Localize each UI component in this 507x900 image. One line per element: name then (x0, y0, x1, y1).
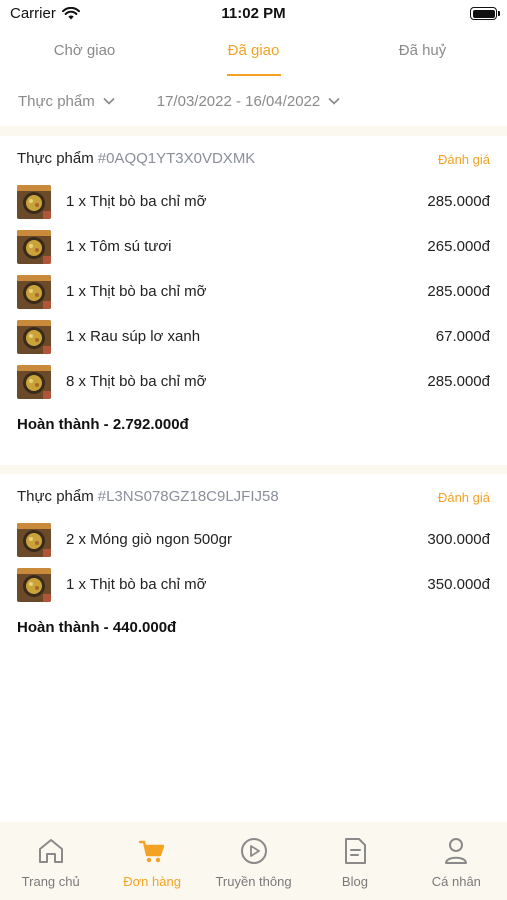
product-thumbnail (17, 568, 51, 602)
document-icon (344, 838, 366, 864)
battery-icon (470, 7, 500, 20)
product-thumbnail (17, 275, 51, 309)
order-total: Hoàn thành - 2.792.000đ (0, 405, 507, 445)
cart-icon (138, 840, 165, 863)
order-header: Thực phẩm #L3NS078GZ18C9LJFIJ58 Đánh giá (0, 474, 507, 518)
order-code: #0AQQ1YT3X0VDXMK (97, 150, 256, 167)
order-total: Hoàn thành - 440.000đ (0, 608, 507, 648)
nav-profile[interactable]: Cá nhân (406, 822, 507, 900)
nav-orders[interactable]: Đơn hàng (101, 822, 202, 900)
product-thumbnail (17, 523, 51, 557)
order-category: Thực phẩm #0AQQ1YT3X0VDXMK (17, 150, 255, 167)
bottom-nav: Trang chủ Đơn hàng Truyền thông Blog Cá … (0, 822, 507, 900)
item-price: 350.000đ (427, 576, 490, 593)
filter-bar: Thực phẩm 17/03/2022 - 16/04/2022 (0, 76, 507, 126)
date-range-filter[interactable]: 17/03/2022 - 16/04/2022 (157, 93, 340, 110)
chevron-down-icon (103, 97, 115, 105)
list-item: 1 x Rau súp lơ xanh 67.000đ (0, 315, 507, 360)
order-total-label: Hoàn thành - 2.792.000đ (17, 416, 189, 433)
section-divider (0, 126, 507, 136)
rate-button[interactable]: Đánh giá (438, 490, 490, 505)
nav-media[interactable]: Truyền thông (203, 822, 304, 900)
category-filter-label: Thực phẩm (18, 92, 95, 110)
item-name: 1 x Rau súp lơ xanh (66, 328, 201, 345)
order-category-label: Thực phẩm (17, 150, 94, 167)
tab-cancelled[interactable]: Đã huỷ (338, 28, 507, 76)
rate-button[interactable]: Đánh giá (438, 152, 490, 167)
order-category-label: Thực phẩm (17, 488, 94, 505)
item-name: 8 x Thịt bò ba chỉ mỡ (66, 373, 207, 390)
list-item: 8 x Thịt bò ba chỉ mỡ 285.000đ (0, 360, 507, 405)
screen: Carrier 11:02 PM Chờ giao Đã giao Đã huỷ… (0, 0, 507, 900)
item-price: 300.000đ (427, 531, 490, 548)
item-price: 265.000đ (427, 238, 490, 255)
nav-home-label: Trang chủ (21, 874, 80, 889)
product-thumbnail (17, 185, 51, 219)
item-name: 1 x Thịt bò ba chỉ mỡ (66, 193, 207, 210)
item-name: 1 x Thịt bò ba chỉ mỡ (66, 283, 207, 300)
tab-delivered[interactable]: Đã giao (169, 28, 338, 76)
nav-media-label: Truyền thông (215, 874, 292, 889)
order-code: #L3NS078GZ18C9LJFIJ58 (97, 488, 279, 505)
order-header: Thực phẩm #0AQQ1YT3X0VDXMK Đánh giá (0, 136, 507, 180)
list-item: 1 x Thịt bò ba chỉ mỡ 285.000đ (0, 180, 507, 225)
order-total-label: Hoàn thành - 440.000đ (17, 619, 177, 636)
item-name: 1 x Tôm sú tươi (66, 238, 172, 255)
list-item: 1 x Thịt bò ba chỉ mỡ 285.000đ (0, 270, 507, 315)
product-thumbnail (17, 365, 51, 399)
order-category: Thực phẩm #L3NS078GZ18C9LJFIJ58 (17, 488, 279, 505)
chevron-down-icon (328, 97, 340, 105)
order-card[interactable]: Thực phẩm #L3NS078GZ18C9LJFIJ58 Đánh giá … (0, 474, 507, 648)
nav-blog-label: Blog (341, 874, 368, 889)
order-status-tabs: Chờ giao Đã giao Đã huỷ (0, 28, 507, 76)
status-bar: Carrier 11:02 PM (0, 0, 507, 28)
item-price: 67.000đ (435, 328, 490, 345)
order-card[interactable]: Thực phẩm #0AQQ1YT3X0VDXMK Đánh giá 1 x T… (0, 136, 507, 445)
item-price: 285.000đ (427, 283, 490, 300)
item-name: 2 x Móng giò ngon 500gr (66, 531, 232, 548)
clock: 11:02 PM (221, 5, 286, 22)
item-price: 285.000đ (427, 193, 490, 210)
nav-profile-label: Cá nhân (431, 874, 481, 889)
nav-blog[interactable]: Blog (304, 822, 405, 900)
list-item: 1 x Tôm sú tươi 265.000đ (0, 225, 507, 270)
item-price: 285.000đ (427, 373, 490, 390)
list-item: 2 x Móng giò ngon 500gr 300.000đ (0, 518, 507, 563)
tab-pending[interactable]: Chờ giao (0, 28, 169, 76)
product-thumbnail (17, 230, 51, 264)
home-icon (38, 839, 63, 863)
nav-home[interactable]: Trang chủ (0, 822, 101, 900)
play-icon (240, 838, 267, 864)
category-filter[interactable]: Thực phẩm (18, 93, 115, 110)
date-range-label: 17/03/2022 - 16/04/2022 (156, 92, 321, 110)
list-item: 1 x Thịt bò ba chỉ mỡ 350.000đ (0, 563, 507, 608)
person-icon (445, 838, 468, 864)
item-name: 1 x Thịt bò ba chỉ mỡ (66, 576, 207, 593)
nav-orders-label: Đơn hàng (123, 874, 181, 889)
product-thumbnail (17, 320, 51, 354)
